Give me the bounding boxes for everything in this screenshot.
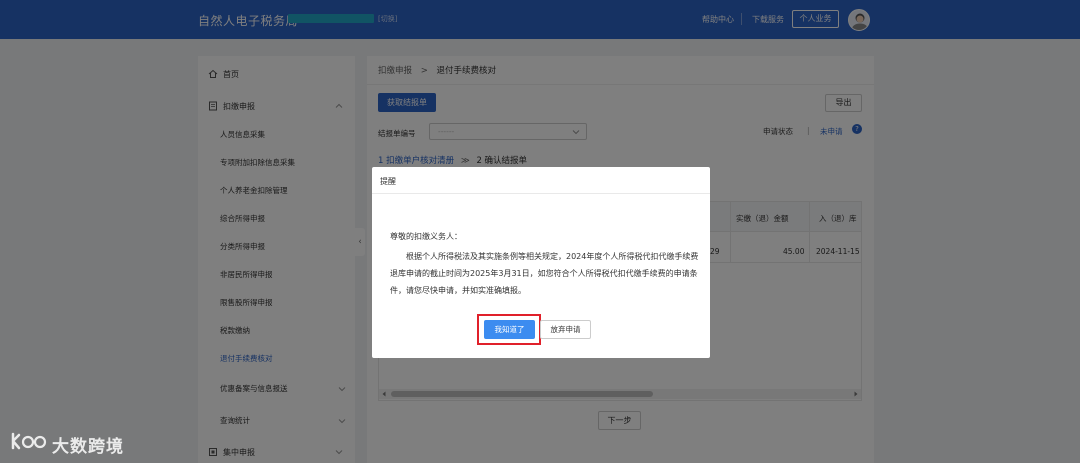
abandon-application-button[interactable]: 放弃申请 <box>540 320 591 339</box>
acknowledge-button[interactable]: 我知道了 <box>484 320 535 339</box>
watermark-logo-icon <box>11 432 47 450</box>
dialog-title: 提醒 <box>380 177 396 186</box>
dialog-message: 根据个人所得税法及其实施条例等相关规定，2024年度个人所得税代扣代缴手续费退库… <box>390 252 699 295</box>
reminder-dialog: 提醒 尊敬的扣缴义务人： 根据个人所得税法及其实施条例等相关规定，2024年度个… <box>372 167 710 358</box>
dialog-header: 提醒 <box>372 167 710 194</box>
dialog-greeting: 尊敬的扣缴义务人： <box>390 232 462 241</box>
watermark-text: 大数跨境 <box>52 437 124 457</box>
watermark: 大数跨境 <box>10 428 150 458</box>
